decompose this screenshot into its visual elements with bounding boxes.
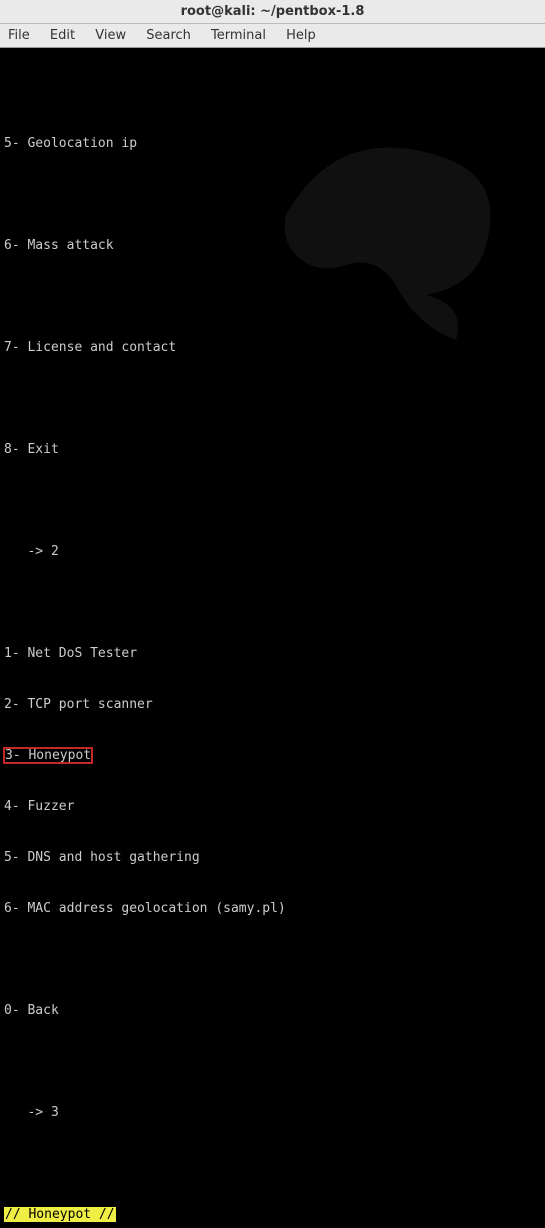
net-item-0: 0- Back (4, 1002, 541, 1019)
net-item-3: 3- Honeypot (4, 747, 541, 764)
menu-help[interactable]: Help (286, 28, 316, 43)
menu-terminal[interactable]: Terminal (211, 28, 266, 43)
net-item-3-highlight: 3- Honeypot (4, 748, 92, 763)
blank (4, 1053, 541, 1070)
menu-file[interactable]: File (8, 28, 30, 43)
net-item-1: 1- Net DoS Tester (4, 645, 541, 662)
net-item-2: 2- TCP port scanner (4, 696, 541, 713)
net-item-4: 4- Fuzzer (4, 798, 541, 815)
terminal-area[interactable]: 5- Geolocation ip 6- Mass attack 7- Lice… (0, 48, 545, 1228)
honeypot-banner-text: // Honeypot // (4, 1207, 116, 1222)
blank (4, 951, 541, 968)
menu-edit[interactable]: Edit (50, 28, 75, 43)
honeypot-banner: // Honeypot // (4, 1206, 541, 1223)
blank (4, 288, 541, 305)
window-title: root@kali: ~/pentbox-1.8 (181, 4, 365, 19)
blank (4, 390, 541, 407)
menu-view[interactable]: View (95, 28, 126, 43)
net-item-6: 6- MAC address geolocation (samy.pl) (4, 900, 541, 917)
blank (4, 1155, 541, 1172)
net-item-5: 5- DNS and host gathering (4, 849, 541, 866)
menubar: File Edit View Search Terminal Help (0, 24, 545, 48)
prompt-net: -> 3 (4, 1104, 541, 1121)
menu-item-6: 6- Mass attack (4, 237, 541, 254)
menu-search[interactable]: Search (146, 28, 191, 43)
blank (4, 492, 541, 509)
blank (4, 186, 541, 203)
menu-item-5: 5- Geolocation ip (4, 135, 541, 152)
menu-item-8: 8- Exit (4, 441, 541, 458)
prompt-top: -> 2 (4, 543, 541, 560)
window-titlebar: root@kali: ~/pentbox-1.8 (0, 0, 545, 24)
menu-item-7: 7- License and contact (4, 339, 541, 356)
blank (4, 594, 541, 611)
